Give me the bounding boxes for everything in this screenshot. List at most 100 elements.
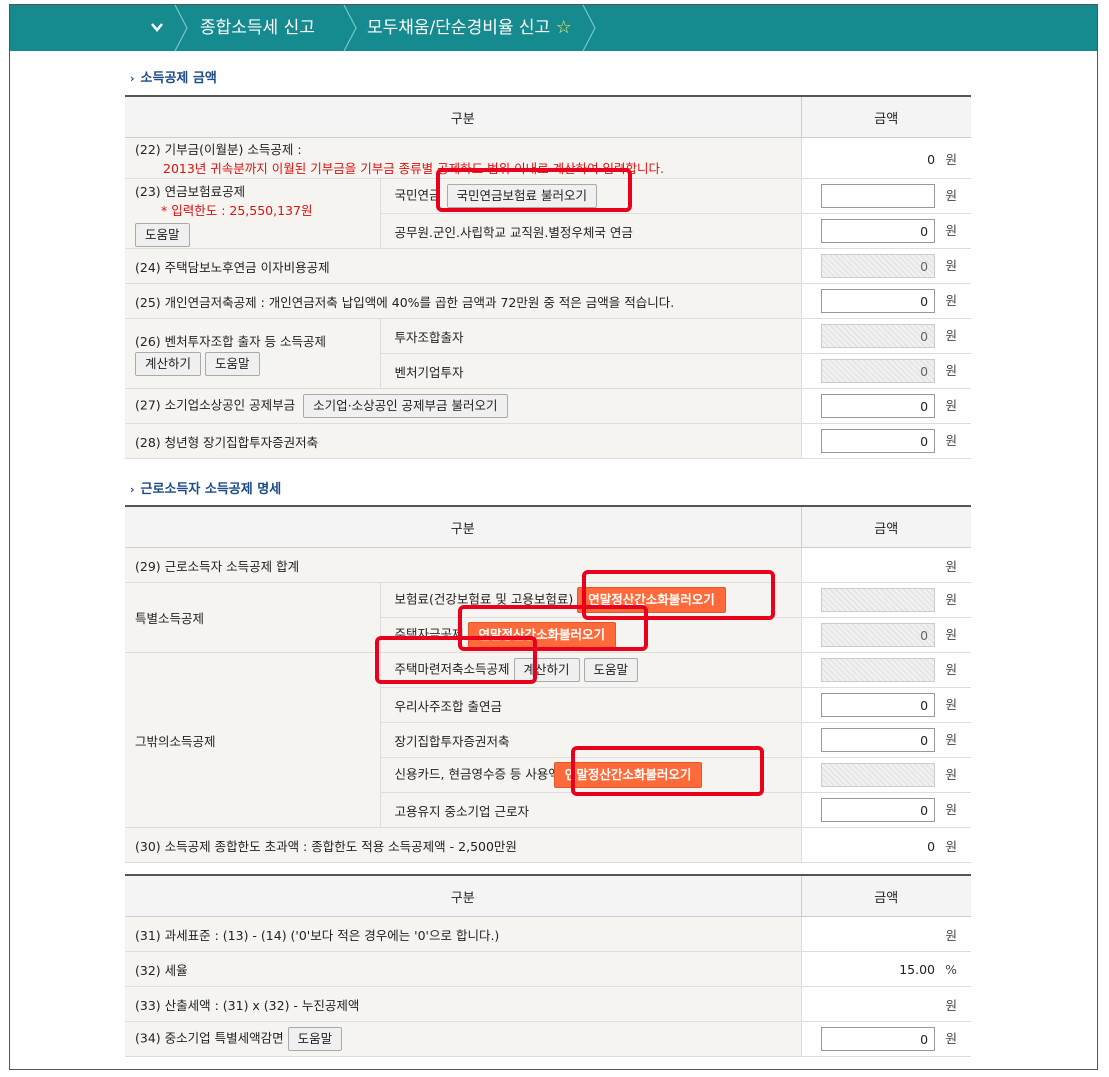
unit-label: 원 bbox=[945, 327, 958, 343]
column-header-amount: 금액 bbox=[801, 874, 971, 917]
section-title: › 소득공제 금액 bbox=[130, 67, 217, 86]
row-32-amount: 15.00 % bbox=[801, 951, 971, 987]
reverse-mortgage-input: 0 bbox=[821, 254, 936, 278]
unit-label: 원 bbox=[945, 696, 958, 712]
unit-label: 원 bbox=[945, 997, 957, 1013]
sme-tax-reduction-input[interactable]: 0 bbox=[821, 1027, 936, 1051]
row-34-amount: 0 원 bbox=[801, 1021, 971, 1057]
row-note: 2013년 귀속분까지 이월된 기부금을 기부금 종류별 공제하도 범위 이내로… bbox=[163, 161, 665, 176]
sme-employee-input[interactable]: 0 bbox=[821, 798, 936, 822]
help-button[interactable]: 도움말 bbox=[205, 352, 260, 376]
personal-pension-input[interactable]: 0 bbox=[821, 289, 936, 313]
row-29-amount: 원 bbox=[801, 547, 972, 583]
calculate-button[interactable]: 계산하기 bbox=[513, 658, 580, 682]
row-23-national-pension-amount: 원 bbox=[801, 178, 972, 214]
load-housing-fund-button[interactable]: 연말정산간소화불러오기 bbox=[467, 622, 617, 648]
house-savings-input bbox=[821, 658, 936, 682]
row-housing-fund: 주택자금공제 연말정산간소화불러오기 bbox=[380, 617, 802, 653]
amount-value: 0 bbox=[927, 838, 936, 854]
unit-label: % bbox=[945, 961, 957, 977]
row-34: (34) 중소기업 특별세액감면 도움말 bbox=[125, 1021, 802, 1057]
row-27-amount: 0 원 bbox=[801, 388, 972, 424]
row-esop-amount: 0 원 bbox=[801, 687, 972, 723]
investment-fund-input: 0 bbox=[821, 324, 936, 348]
unit-label: 원 bbox=[945, 257, 958, 273]
row-insurance-amount: 원 bbox=[801, 582, 972, 618]
national-pension-input[interactable] bbox=[821, 184, 936, 208]
row-29: (29) 근로소득자 소득공제 합계 bbox=[125, 547, 802, 583]
column-header-category: 구분 bbox=[125, 505, 802, 548]
unit-label: 원 bbox=[945, 292, 958, 308]
row-31-amount: 원 bbox=[801, 916, 971, 952]
row-32: (32) 세율 bbox=[125, 951, 802, 987]
row-26-fund-amount: 0 원 bbox=[801, 318, 972, 354]
column-header-category: 구분 bbox=[125, 874, 802, 917]
load-small-business-button[interactable]: 소기업·소상공인 공제부금 불러오기 bbox=[303, 394, 508, 418]
deduction-table: 구분 금액 (22) 기부금(이월분) 소득공제 : 2013년 귀속분까지 이… bbox=[125, 95, 972, 459]
help-button[interactable]: 도움말 bbox=[287, 1027, 343, 1051]
row-26: (26) 벤처투자조합 출자 등 소득공제 계산하기 도움말 bbox=[125, 318, 381, 389]
unit-label: 원 bbox=[945, 362, 958, 378]
row-23-national-pension: 국민연금 국민연금보험료 불러오기 bbox=[380, 178, 802, 214]
row-25-amount: 0 원 bbox=[801, 283, 972, 319]
chevron-right-icon: › bbox=[130, 483, 135, 496]
row-house-savings: 주택마련저축소득공제 계산하기 도움말 bbox=[380, 652, 802, 688]
column-header-amount: 금액 bbox=[801, 95, 972, 138]
breadcrumb-item-label: 모두채움/단순경비율 신고 bbox=[367, 18, 551, 38]
breadcrumb-item-simple-filing[interactable]: 모두채움/단순경비율 신고 ☆ bbox=[367, 5, 572, 51]
row-credit-card: 신용카드, 현금영수증 등 사용액 연말정산간소화불러오기 bbox=[380, 757, 802, 793]
row-longterm-fund: 장기집합투자증권저축 bbox=[380, 722, 802, 758]
public-pension-input[interactable]: 0 bbox=[821, 219, 936, 243]
column-header-category: 구분 bbox=[125, 95, 802, 138]
row-26-venture: 벤처기업투자 bbox=[380, 353, 802, 389]
unit-label: 원 bbox=[945, 626, 958, 642]
unit-label: 원 bbox=[945, 591, 958, 607]
row-30-amount: 0 원 bbox=[801, 827, 972, 863]
load-national-pension-button[interactable]: 국민연금보험료 불러오기 bbox=[446, 184, 597, 208]
row-sme-employee: 고용유지 중소기업 근로자 bbox=[380, 792, 802, 828]
load-credit-card-button[interactable]: 연말정산간소화불러오기 bbox=[553, 762, 703, 788]
unit-label: 원 bbox=[945, 838, 958, 854]
row-24: (24) 주택담보노후연금 이자비용공제 bbox=[125, 248, 802, 284]
sub-label: 국민연금 bbox=[394, 187, 441, 203]
row-label: (27) 소기업소상공인 공제부금 bbox=[135, 397, 296, 413]
row-credit-card-amount: 원 bbox=[801, 757, 972, 793]
row-24-amount: 0 원 bbox=[801, 248, 972, 284]
row-label: (22) 기부금(이월분) 소득공제 : bbox=[135, 142, 302, 157]
row-26-venture-amount: 0 원 bbox=[801, 353, 972, 389]
amount-value: 0 bbox=[927, 151, 936, 167]
row-longterm-fund-amount: 0 원 bbox=[801, 722, 972, 758]
row-25: (25) 개인연금저축공제 : 개인연금저축 납입액에 40%를 곱한 금액과 … bbox=[125, 283, 802, 319]
longterm-fund-input[interactable]: 0 bbox=[821, 728, 936, 752]
esop-input[interactable]: 0 bbox=[821, 693, 936, 717]
unit-label: 원 bbox=[945, 222, 958, 238]
star-icon[interactable]: ☆ bbox=[556, 17, 572, 38]
youth-savings-input[interactable]: 0 bbox=[821, 429, 936, 453]
row-label: (26) 벤처투자조합 출자 등 소득공제 bbox=[135, 334, 327, 349]
load-insurance-button[interactable]: 연말정산간소화불러오기 bbox=[577, 587, 726, 613]
help-button[interactable]: 도움말 bbox=[583, 658, 639, 682]
section-title-text: 근로소득자 소득공제 명세 bbox=[140, 482, 282, 497]
breadcrumb-separator-icon bbox=[343, 5, 357, 51]
small-business-input[interactable]: 0 bbox=[821, 394, 936, 418]
insurance-input bbox=[821, 588, 936, 612]
chevron-down-icon[interactable] bbox=[150, 5, 170, 51]
tax-rate-value: 15.00 bbox=[899, 961, 936, 977]
sub-label: 신용카드, 현금영수증 등 사용액 bbox=[394, 766, 560, 782]
row-insurance: 보험료(건강보험료 및 고용보험료) 연말정산간소화불러오기 bbox=[380, 582, 802, 618]
unit-label: 원 bbox=[945, 766, 958, 782]
row-33-amount: 원 bbox=[801, 986, 971, 1022]
help-button[interactable]: 도움말 bbox=[135, 222, 190, 247]
row-label: (23) 연금보험료공제 bbox=[135, 183, 246, 199]
row-special-deduction: 특별소득공제 bbox=[125, 582, 381, 653]
venture-investment-input: 0 bbox=[821, 359, 936, 383]
row-22-amount: 0 원 bbox=[801, 137, 972, 179]
row-house-savings-amount: 원 bbox=[801, 652, 972, 688]
row-housing-fund-amount: 0 원 bbox=[801, 617, 972, 653]
unit-label: 원 bbox=[945, 1030, 957, 1046]
unit-label: 원 bbox=[945, 731, 958, 747]
breadcrumb-item-income-tax[interactable]: 종합소득세 신고 bbox=[200, 5, 315, 51]
row-label: (34) 중소기업 특별세액감면 bbox=[135, 1030, 284, 1046]
calculate-button[interactable]: 계산하기 bbox=[135, 352, 202, 376]
row-23: (23) 연금보험료공제 * 입력한도 : 25,550,137원 도움말 bbox=[125, 178, 381, 249]
